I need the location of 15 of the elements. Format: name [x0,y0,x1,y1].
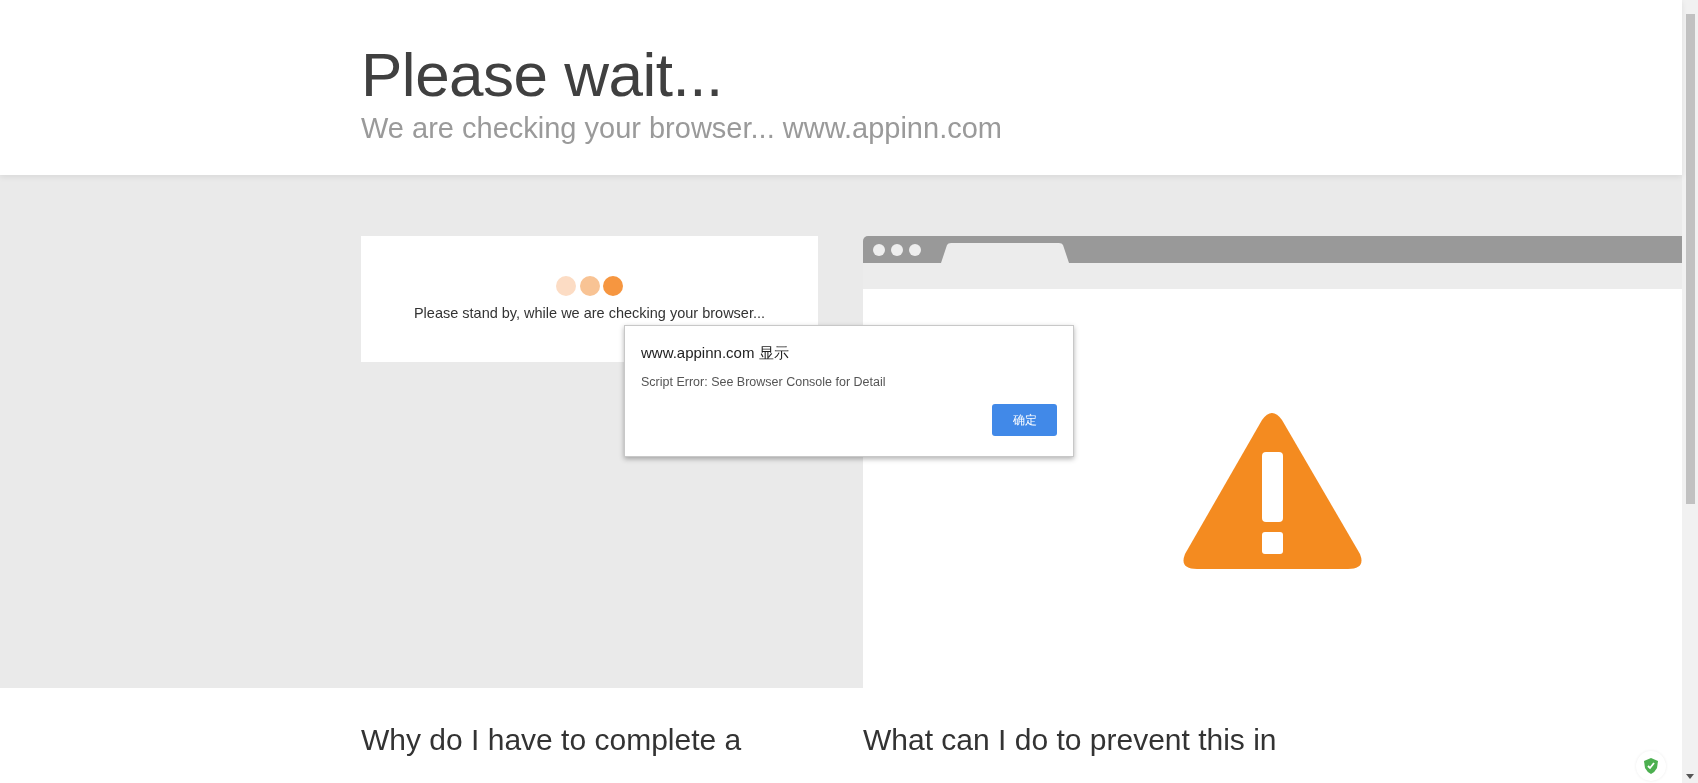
scroll-down-icon[interactable] [1686,774,1694,779]
faq-heading: What can I do to prevent this in [863,723,1278,757]
page-subtitle: We are checking your browser... www.appinn.com [361,111,1003,146]
window-controls-icon [873,243,921,256]
dialog-title: www.appinn.com 显示 [641,344,790,363]
status-message: Please stand by, while we are checking your browser... [413,305,766,321]
faq-heading: Why do I have to complete a [361,723,743,757]
loading-dots-icon [556,276,623,296]
scrollbar[interactable] [1682,0,1698,783]
ok-button[interactable]: 确定 [992,404,1057,436]
warning-icon [1182,412,1363,569]
shield-check-icon [1644,758,1658,774]
page-title: Please wait... [361,39,724,111]
shield-badge[interactable] [1636,751,1666,781]
dialog-message: Script Error: See Browser Console for Detail [641,375,887,389]
